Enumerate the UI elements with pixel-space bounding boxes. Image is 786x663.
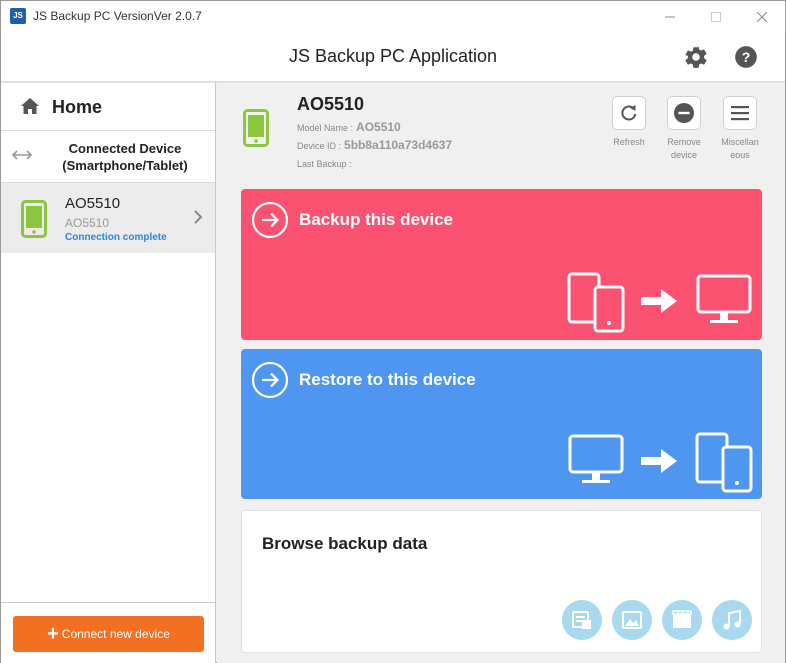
app-header: JS Backup PC Application ?	[1, 32, 785, 82]
plus-icon: +	[47, 623, 59, 645]
device-status: Connection complete	[65, 232, 167, 243]
device-id-row: Device ID :5bb8a110a73d4637	[297, 138, 452, 152]
device-id-value: 5bb8a110a73d4637	[344, 138, 453, 152]
home-icon	[21, 98, 39, 114]
refresh-button[interactable]	[612, 96, 646, 130]
help-icon[interactable]: ?	[733, 44, 759, 70]
connect-new-device-button[interactable]: + Connect new device	[13, 616, 204, 652]
last-backup-row: Last Backup :	[297, 156, 355, 170]
arrow-circle-icon	[251, 201, 289, 239]
maximize-button[interactable]	[693, 1, 739, 32]
contacts-icon	[562, 600, 602, 640]
smartphone-icon	[21, 200, 47, 238]
chevron-right-icon	[194, 210, 203, 224]
minimize-button[interactable]	[647, 1, 693, 32]
browse-backup-data-card[interactable]: Browse backup data	[241, 510, 762, 653]
device-smartphone-icon	[243, 109, 269, 147]
device-name: AO5510	[65, 195, 121, 212]
swap-arrows-icon	[11, 150, 33, 160]
app-title: JS Backup PC Application	[288, 46, 498, 66]
svg-text:?: ?	[742, 49, 751, 65]
menu-icon	[731, 106, 749, 121]
connect-new-device-label: Connect new device	[61, 627, 170, 641]
app-window: JS JS Backup PC VersionVer 2.0.7 JS Back…	[0, 0, 786, 663]
title-bar: JS JS Backup PC VersionVer 2.0.7	[1, 1, 785, 32]
window-title: JS Backup PC VersionVer 2.0.7	[33, 9, 202, 23]
close-button[interactable]	[739, 1, 785, 32]
device-to-pc-illustration	[567, 272, 752, 333]
home-nav-item[interactable]: Home	[1, 83, 215, 131]
last-backup-label: Last Backup :	[297, 159, 352, 169]
device-id-label: Device ID :	[297, 141, 342, 151]
model-name-label: Model Name :	[297, 123, 354, 133]
refresh-label: Refresh	[613, 137, 645, 147]
connected-title-line2: (Smartphone/Tablet)	[62, 158, 188, 173]
remove-device-label: Remove device	[659, 136, 709, 162]
pc-to-device-illustration	[568, 432, 753, 493]
photo-icon	[612, 600, 652, 640]
restore-to-this-device-card[interactable]: Restore to this device	[241, 349, 762, 499]
sidebar-footer: + Connect new device	[1, 602, 215, 663]
restore-card-title: Restore to this device	[299, 370, 476, 389]
connected-device-title: Connected Device (Smartphone/Tablet)	[35, 140, 215, 174]
main-panel: AO5510 Model Name : AO5510 Device ID :5bb…	[217, 83, 785, 663]
arrow-circle-icon	[251, 361, 289, 399]
remove-icon	[674, 103, 694, 123]
refresh-icon	[621, 105, 637, 121]
music-icon	[712, 600, 752, 640]
settings-gear-icon[interactable]	[683, 44, 709, 70]
miscellaneous-label-line2: eous	[730, 150, 750, 160]
remove-device-button[interactable]	[667, 96, 701, 130]
remove-device-label-line1: Remove	[667, 137, 701, 147]
device-title: AO5510	[297, 94, 365, 114]
browse-card-title: Browse backup data	[262, 534, 428, 553]
miscellaneous-label-line1: Miscellan	[721, 137, 759, 147]
device-list-item[interactable]: AO5510 AO5510 Connection complete	[1, 183, 215, 253]
miscellaneous-button[interactable]	[723, 96, 757, 130]
remove-device-label-line2: device	[670, 150, 697, 160]
miscellaneous-label: Miscellan eous	[715, 136, 765, 162]
device-model: AO5510	[65, 216, 110, 230]
backup-this-device-card[interactable]: Backup this device	[241, 189, 762, 340]
backup-card-title: Backup this device	[299, 210, 454, 229]
model-name-value: AO5510	[356, 120, 401, 134]
app-logo-icon: JS	[10, 8, 26, 24]
connected-device-header: Connected Device (Smartphone/Tablet)	[1, 131, 215, 183]
home-label: Home	[52, 97, 103, 117]
connected-title-line1: Connected Device	[68, 141, 182, 156]
model-name-row: Model Name : AO5510	[297, 120, 401, 134]
video-icon	[662, 600, 702, 640]
sidebar: Home Connected Device (Smartphone/Tablet…	[1, 83, 216, 663]
